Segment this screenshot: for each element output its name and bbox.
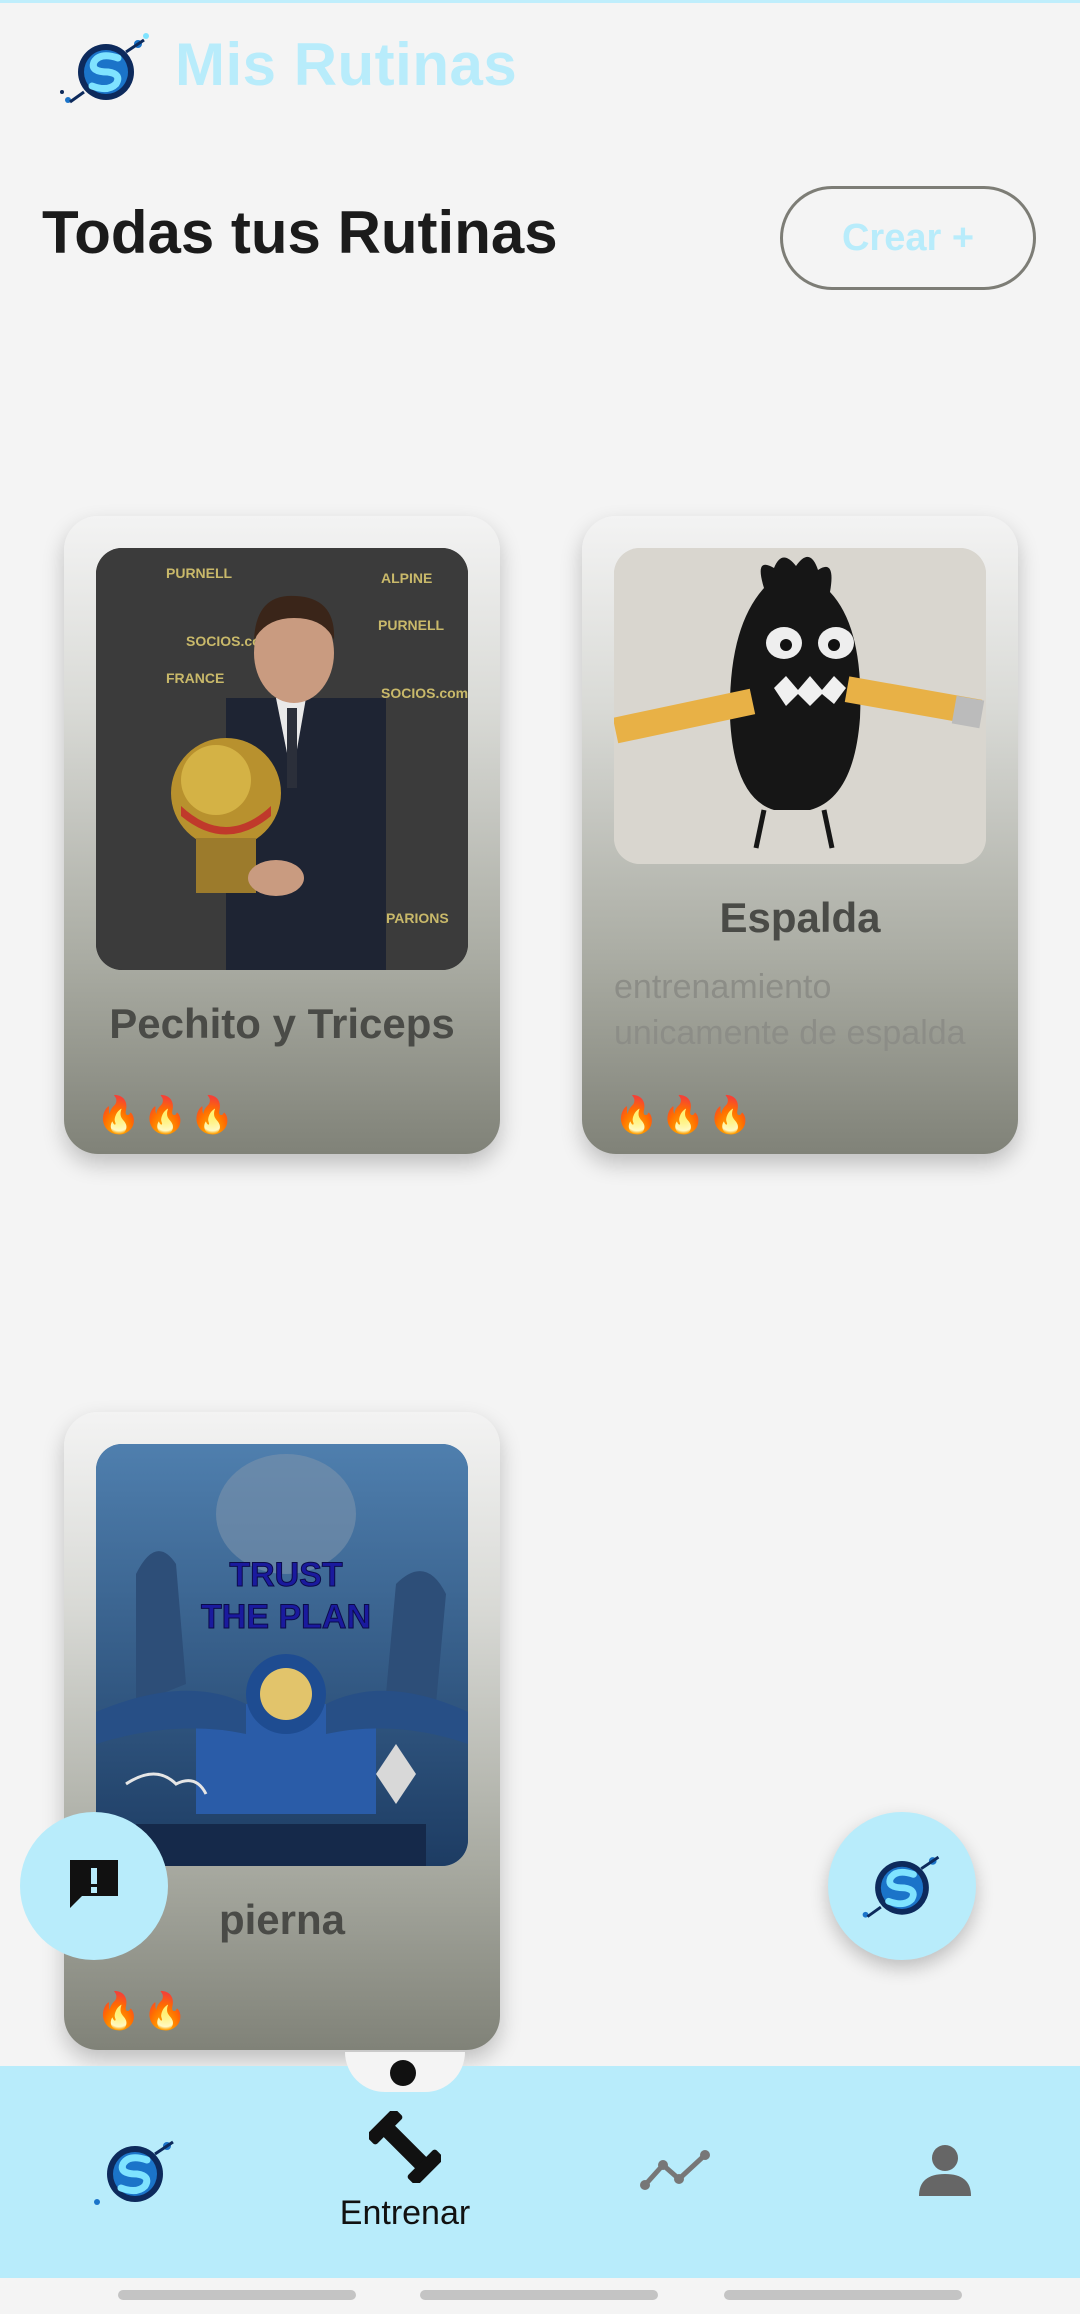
- svg-text:PURNELL: PURNELL: [166, 565, 233, 581]
- nav-item-home[interactable]: [0, 2066, 270, 2278]
- nav-item-label: Entrenar: [339, 2194, 471, 2232]
- svg-text:PURNELL: PURNELL: [378, 617, 445, 633]
- routine-card[interactable]: Espalda entrenamiento unicamente de espa…: [582, 516, 1018, 1154]
- svg-text:SOCIOS.com: SOCIOS.com: [381, 685, 468, 701]
- app-logo-button[interactable]: [828, 1812, 976, 1960]
- difficulty-flames: 🔥🔥: [96, 1990, 190, 2031]
- svg-text:FRANCE: FRANCE: [166, 670, 224, 686]
- routine-card[interactable]: PURNELL ALPINE PURNELL SOCIOS.com FRANCE…: [64, 516, 500, 1154]
- app-logo-icon: [85, 2130, 185, 2215]
- svg-text:PARIONS: PARIONS: [386, 910, 449, 926]
- feedback-icon: [64, 1854, 124, 1919]
- routine-description: entrenamiento unicamente de espalda: [614, 968, 966, 1052]
- difficulty-flames: 🔥🔥🔥: [614, 1094, 755, 1135]
- nav-item-profile[interactable]: [810, 2066, 1080, 2278]
- nav-item-progress[interactable]: [540, 2066, 810, 2278]
- top-edge-line: [0, 0, 1080, 3]
- nav-item-entrenar[interactable]: Entrenar: [270, 2066, 540, 2278]
- dumbbell-icon: [366, 2108, 444, 2188]
- page-title: Todas tus Rutinas: [42, 199, 558, 266]
- app-logo-icon: [854, 1844, 950, 1929]
- routine-image: PURNELL ALPINE PURNELL SOCIOS.com FRANCE…: [96, 548, 468, 970]
- routine-image: [614, 548, 986, 864]
- person-icon: [915, 2140, 975, 2205]
- system-bar-segment: [118, 2290, 356, 2300]
- routine-title: Espalda: [719, 894, 881, 941]
- routine-image: TRUST THE PLAN: [96, 1444, 468, 1866]
- trend-line-icon: [637, 2145, 713, 2200]
- svg-text:ALPINE: ALPINE: [381, 570, 432, 586]
- system-bar-segment: [724, 2290, 962, 2300]
- system-bar-segment: [420, 2290, 658, 2300]
- trust-the-plan-text-line2: THE PLAN: [201, 1598, 371, 1636]
- app-title: Mis Rutinas: [175, 31, 518, 98]
- routine-title: Pechito y Triceps: [109, 1000, 455, 1047]
- create-routine-button[interactable]: Crear +: [780, 186, 1036, 290]
- feedback-button[interactable]: [20, 1812, 168, 1960]
- difficulty-flames: 🔥🔥🔥: [96, 1094, 237, 1135]
- routine-card[interactable]: TRUST THE PLAN pierna 🔥🔥: [64, 1412, 500, 2050]
- app-logo-icon: [56, 28, 156, 108]
- trust-the-plan-text-line1: TRUST: [229, 1556, 343, 1594]
